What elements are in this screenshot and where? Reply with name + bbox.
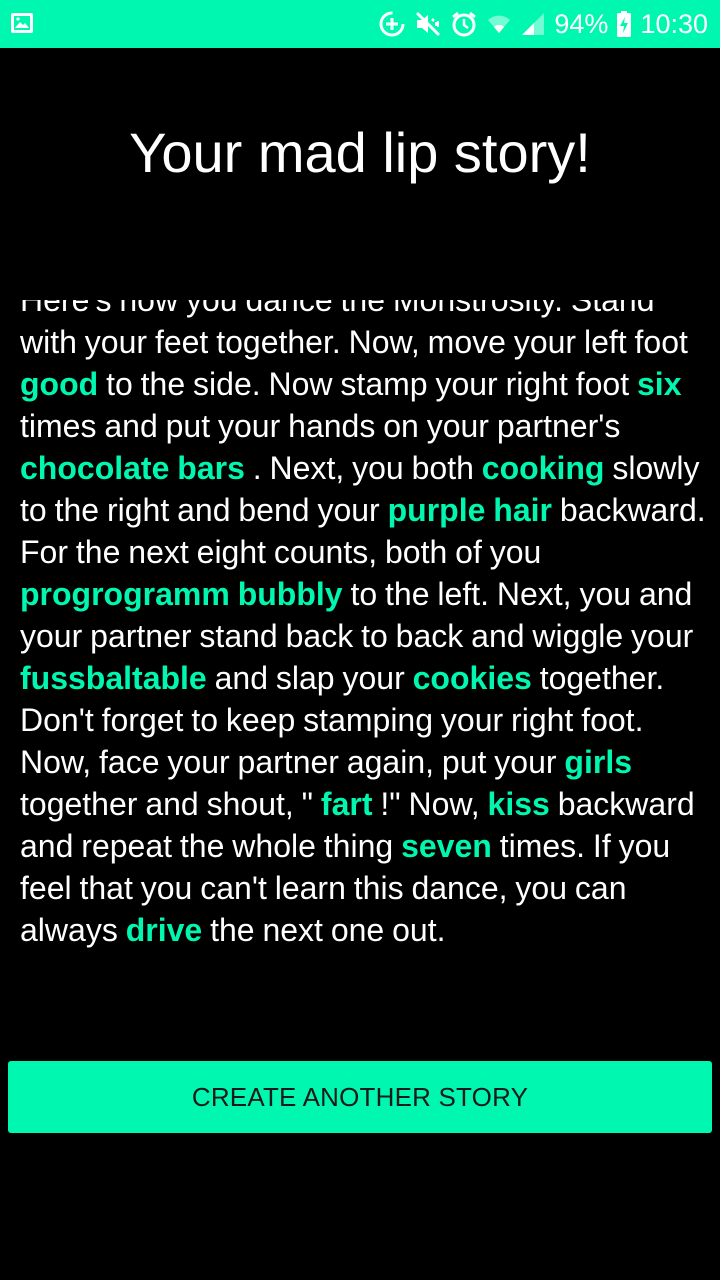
filled-word: cooking (481, 450, 605, 486)
status-icons: 94% 10:30 (378, 0, 708, 48)
signal-icon (520, 11, 546, 37)
gallery-icon (10, 11, 34, 40)
wifi-icon (486, 11, 512, 37)
clock: 10:30 (640, 8, 708, 39)
filled-word: fart (320, 786, 373, 822)
story-fragment: !" Now, (372, 786, 488, 822)
filled-word: chocolate bars (20, 450, 245, 486)
story-fragment: to the side. Now stamp your right foot (98, 366, 637, 402)
alarm-icon (450, 10, 478, 38)
story-fragment: and slap your (206, 660, 413, 696)
filled-word: kiss (487, 786, 550, 822)
filled-word: fussbaltable (20, 660, 207, 696)
story-text: Here's how you dance the Monstrosity. St… (20, 300, 710, 951)
story-scroll-view[interactable]: Here's how you dance the Monstrosity. St… (20, 300, 710, 1045)
battery-percent: 94% (554, 8, 609, 39)
story-fragment: together and shout, " (20, 786, 321, 822)
data-saver-icon (378, 10, 406, 38)
filled-word: purple hair (387, 492, 552, 528)
filled-word: seven (401, 828, 492, 864)
status-bar: 94% 10:30 (0, 0, 720, 48)
story-fragment: . Next, you both (244, 450, 482, 486)
vibrate-icon (414, 10, 442, 38)
filled-word: cookies (412, 660, 532, 696)
filled-word: drive (125, 912, 203, 948)
filled-word: six (637, 366, 682, 402)
filled-word: girls (564, 744, 632, 780)
story-fragment: times and put your hands on your partner… (20, 408, 621, 444)
battery-charging-icon (616, 10, 632, 38)
story-fragment: Here's how you dance the Monstrosity. St… (20, 300, 688, 360)
page-title: Your mad lip story! (129, 121, 591, 184)
filled-word: progrogramm bubbly (20, 576, 343, 612)
filled-word: good (20, 366, 99, 402)
story-fragment: the next one out. (202, 912, 446, 948)
create-another-story-button[interactable]: CREATE ANOTHER STORY (8, 1061, 712, 1133)
